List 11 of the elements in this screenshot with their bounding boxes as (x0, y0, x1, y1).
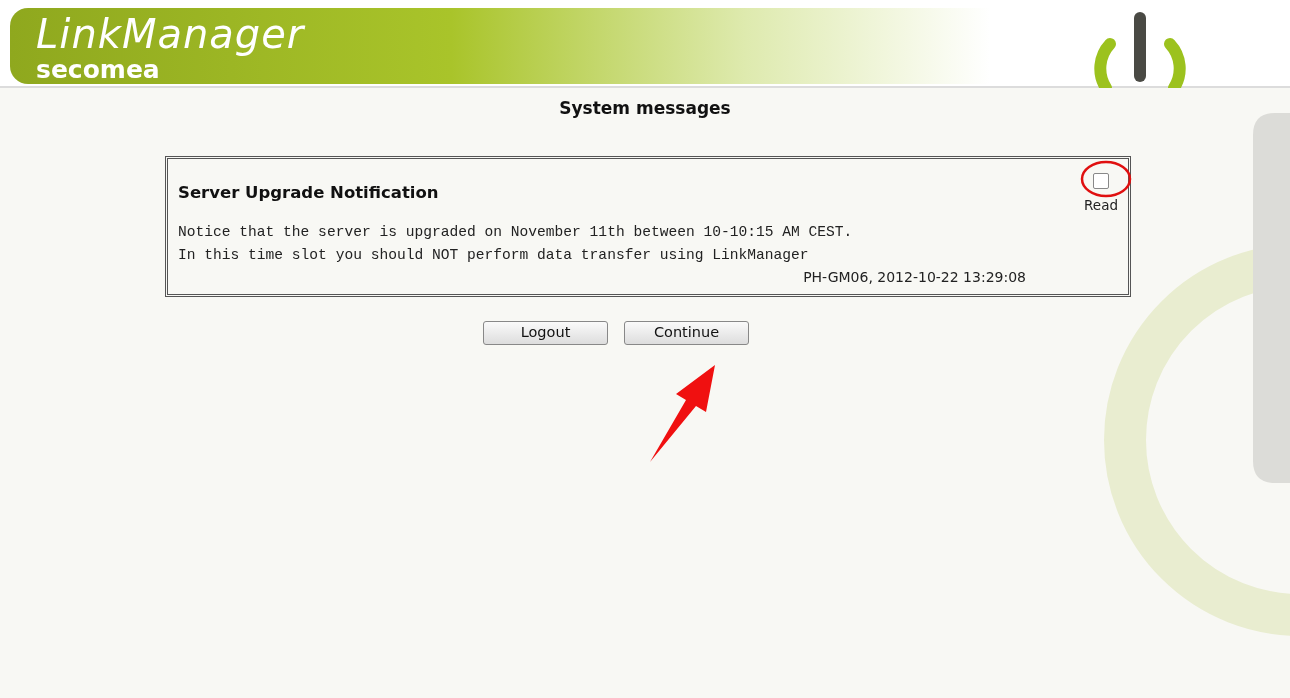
action-button[interactable]: Logout (483, 321, 608, 346)
product-name: LinkManager (36, 14, 305, 54)
message-text: Notice that the server is upgraded on November 11th between 10-10:15 AM CEST. (178, 224, 853, 241)
message-meta: PH-GM06, 2012-10-22 13:29:08 (803, 269, 1026, 286)
read-checkbox[interactable] (1093, 172, 1110, 189)
page-title: System messages (559, 97, 731, 120)
action-button[interactable]: Continue (624, 321, 749, 346)
brand-name: secomea (36, 57, 160, 82)
message-title: Server Upgrade Notification (178, 182, 439, 202)
message-text: In this time slot you should NOT perform data transfer using LinkManager (178, 247, 809, 264)
read-label: Read (1084, 195, 1118, 215)
